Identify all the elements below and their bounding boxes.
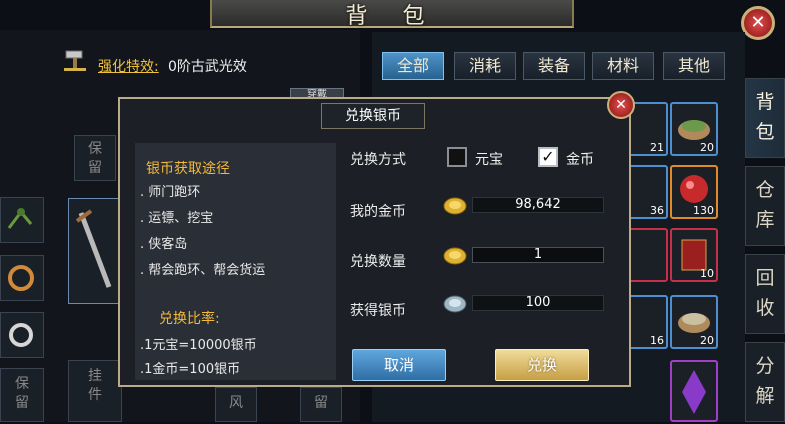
my-gold-value: 98,642 (472, 197, 604, 213)
window-title: 背 包 (345, 4, 439, 29)
slot-label: 留 (314, 395, 328, 411)
gold-label: 金币 (566, 152, 594, 168)
equip-slot-ring[interactable] (0, 312, 44, 358)
cancel-button[interactable]: 取消 (352, 349, 446, 381)
inventory-item[interactable]: 36 (628, 165, 668, 219)
get-silver-label: 获得银币 (350, 303, 406, 319)
side-tab-label: 仓库 (755, 179, 775, 231)
my-gold-label: 我的金币 (350, 204, 406, 220)
enhance-effect-value: 0阶古武光效 (168, 59, 247, 75)
silver-coin-icon (443, 295, 467, 313)
info-line: . 师门跑环 (140, 185, 201, 200)
amount-input[interactable]: 1 (472, 247, 604, 263)
equip-slot-weapon[interactable] (68, 198, 122, 304)
inventory-item[interactable]: 10 (670, 228, 718, 282)
info-title: 银币获取途径 (146, 161, 230, 177)
equip-slot-pendant[interactable]: 挂件 (68, 360, 122, 422)
info-line: . 帮会跑环、帮会货运 (140, 263, 266, 278)
side-tab-bag[interactable]: 背包 (745, 78, 785, 158)
slot-label: 挂件 (88, 368, 102, 403)
rate-line: .1金币=100银币 (140, 362, 241, 377)
inventory-item[interactable] (628, 228, 668, 282)
item-count: 20 (700, 334, 714, 347)
inventory-item[interactable]: 20 (670, 295, 718, 349)
yuanbao-label: 元宝 (475, 152, 503, 168)
enhance-effect-link[interactable]: 强化特效: (98, 56, 159, 76)
inventory-item[interactable] (670, 360, 718, 422)
side-tab-decompose[interactable]: 分解 (745, 342, 785, 422)
bracelet-icon (8, 265, 34, 291)
side-tab-storage[interactable]: 仓库 (745, 166, 785, 246)
tab-consumable[interactable]: 消耗 (454, 52, 516, 80)
amount-label: 兑换数量 (350, 254, 406, 270)
side-tab-label: 背包 (755, 91, 775, 143)
side-tab-recycle[interactable]: 回收 (745, 254, 785, 334)
info-line: . 侠客岛 (140, 237, 188, 252)
equip-slot-keep-bottom[interactable]: 保留 (0, 368, 44, 422)
gold-coin-icon (443, 247, 467, 265)
close-window-button[interactable]: ✕ (741, 6, 775, 40)
dialog-close-button[interactable]: ✕ (607, 91, 635, 119)
side-tab-label: 分解 (755, 355, 775, 407)
dialog-title: 兑换银币 (321, 103, 425, 129)
inventory-item[interactable]: 20 (670, 102, 718, 156)
gold-coin-icon (443, 197, 467, 215)
ring-icon (9, 323, 33, 347)
gold-checkbox[interactable]: ✓ (538, 147, 558, 167)
tab-equipment[interactable]: 装备 (523, 52, 585, 80)
equip-slot-partial-a[interactable]: 风 (215, 387, 257, 422)
hammer-icon (64, 50, 86, 71)
item-count: 10 (700, 267, 714, 280)
item-count: 20 (700, 141, 714, 154)
item-count: 36 (650, 204, 664, 217)
equip-slot-accessory[interactable] (0, 197, 44, 243)
item-count: 130 (693, 204, 714, 217)
slot-label: 保留 (88, 141, 102, 176)
slot-label: 风 (229, 395, 243, 411)
equip-slot-bracelet[interactable] (0, 255, 44, 301)
get-silver-value: 100 (472, 295, 604, 311)
slot-label: 保留 (15, 376, 29, 411)
yuanbao-checkbox[interactable] (447, 147, 467, 167)
item-count: 21 (650, 141, 664, 154)
info-line: . 运镖、挖宝 (140, 211, 214, 226)
method-label: 兑换方式 (350, 152, 406, 168)
tab-material[interactable]: 材料 (592, 52, 654, 80)
inventory-item[interactable]: 16 (628, 295, 668, 349)
equip-slot-partial-b[interactable]: 留 (300, 387, 342, 422)
item-count: 16 (650, 334, 664, 347)
rate-line: .1元宝=10000银币 (140, 338, 257, 353)
window-title-bar: 背 包 (210, 0, 574, 29)
tab-other[interactable]: 其他 (663, 52, 725, 80)
tab-all[interactable]: 全部 (382, 52, 444, 80)
equip-slot-keep[interactable]: 保留 (74, 135, 116, 181)
herb-icon (7, 208, 33, 229)
side-tab-label: 回收 (755, 267, 775, 319)
inventory-item[interactable]: 130 (670, 165, 718, 219)
rate-title: 兑换比率: (159, 311, 220, 327)
purple-crystal-icon (682, 370, 706, 414)
sword-icon (75, 209, 112, 288)
exchange-button[interactable]: 兑换 (495, 349, 589, 381)
